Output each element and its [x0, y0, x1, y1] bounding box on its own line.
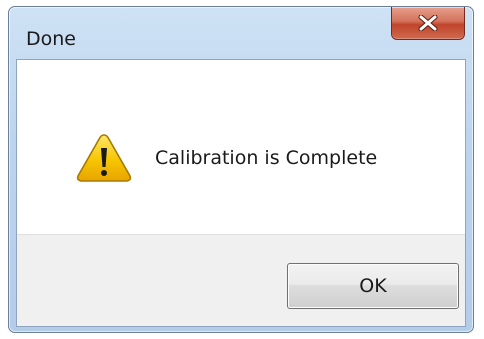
ok-button[interactable]: OK — [287, 263, 459, 309]
warning-icon — [75, 132, 133, 184]
title-bar[interactable]: Done — [9, 7, 473, 59]
message-area: Calibration is Complete — [17, 60, 465, 234]
message-text: Calibration is Complete — [155, 147, 378, 169]
window-title: Done — [26, 28, 76, 50]
button-bar: OK — [17, 234, 465, 326]
close-button[interactable] — [391, 7, 465, 40]
dialog-body: Calibration is Complete OK — [16, 59, 466, 327]
dialog-window: Done Calibration is Complete OK — [8, 6, 474, 333]
close-x-icon — [418, 15, 438, 31]
